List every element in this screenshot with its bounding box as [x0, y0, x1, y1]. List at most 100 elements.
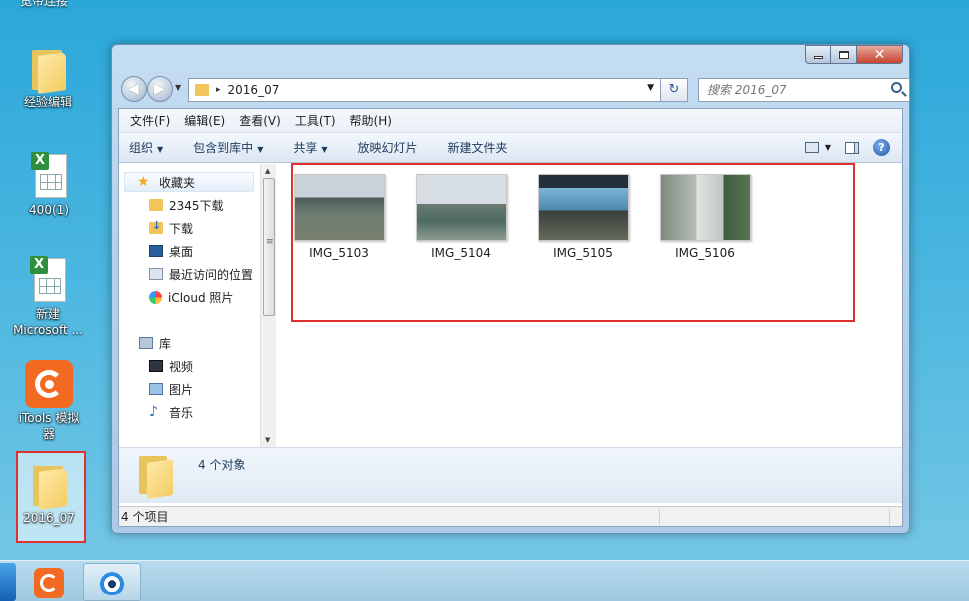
minimize-button[interactable]: [805, 45, 831, 64]
scrollbar-thumb[interactable]: [263, 178, 275, 316]
nav-item-recent-places[interactable]: 最近访问的位置: [149, 264, 253, 284]
nav-favorites-label: 收藏夹: [159, 175, 196, 190]
nav-item-label: 2345下载: [169, 198, 224, 213]
nav-item-label: 最近访问的位置: [169, 267, 254, 282]
desktop-icon-experience-folder[interactable]: 经验编辑: [8, 46, 88, 110]
desktop-icon-label-partial: 宽带连接: [20, 0, 69, 8]
desktop-icon: [149, 245, 163, 257]
folder-icon: [137, 456, 175, 499]
nav-item-label: 视频: [169, 359, 194, 374]
chevron-down-icon: ▼: [321, 145, 328, 154]
address-bar[interactable]: ▸ 2016_07 ▼: [188, 78, 661, 102]
music-note-icon: ♪: [149, 404, 158, 420]
nav-item-label: 音乐: [169, 405, 194, 420]
breadcrumb-current-folder[interactable]: 2016_07: [228, 83, 280, 97]
share-label: 共享: [293, 141, 318, 155]
video-library-icon: [149, 360, 163, 372]
close-button[interactable]: ✕: [857, 45, 903, 64]
itools-icon: [34, 568, 64, 598]
include-in-library-label: 包含到库中: [193, 141, 254, 155]
object-count: 4 个对象: [198, 458, 246, 472]
slideshow-label: 放映幻灯片: [357, 141, 418, 155]
start-button[interactable]: [0, 563, 16, 601]
nav-item-music[interactable]: ♪ 音乐: [149, 402, 193, 422]
navigation-pane: ★ 收藏夹 2345下载 下载 桌面 最近访问的位置 iCloud 照片: [119, 164, 260, 447]
help-button[interactable]: ?: [873, 139, 890, 156]
menu-help[interactable]: 帮助(H): [343, 112, 399, 129]
menu-tools[interactable]: 工具(T): [288, 112, 343, 129]
view-options-dropdown[interactable]: ▼: [825, 143, 831, 152]
desktop-icon-itools[interactable]: iTools 模拟器: [9, 360, 89, 442]
share-button[interactable]: 共享 ▼: [293, 139, 327, 156]
organize-button[interactable]: 组织 ▼: [129, 139, 163, 156]
desktop-icon-2016-07-folder[interactable]: 2016_07: [9, 462, 89, 526]
menu-bar: 文件(F) 编辑(E) 查看(V) 工具(T) 帮助(H): [119, 109, 902, 133]
minimize-icon: [813, 55, 823, 59]
menu-edit[interactable]: 编辑(E): [177, 112, 232, 129]
include-in-library-button[interactable]: 包含到库中 ▼: [193, 139, 263, 156]
menu-file[interactable]: 文件(F): [123, 112, 177, 129]
breadcrumb-separator[interactable]: ▸: [216, 85, 221, 95]
search-input[interactable]: [707, 83, 887, 97]
recent-pages-dropdown[interactable]: ▼: [175, 83, 181, 92]
search-icon[interactable]: [891, 82, 902, 93]
desktop-icon-label: iTools 模拟器: [18, 411, 80, 441]
taskbar: [0, 560, 969, 601]
organize-label: 组织: [129, 141, 154, 155]
new-folder-button[interactable]: 新建文件夹: [448, 139, 508, 156]
navigation-scrollbar[interactable]: ▲ ▼: [260, 164, 276, 447]
forward-button[interactable]: ▶: [147, 76, 173, 102]
nav-libraries-label: 库: [159, 336, 172, 351]
search-box[interactable]: [698, 78, 910, 102]
refresh-icon: ↻: [668, 82, 680, 97]
details-pane: 4 个对象: [119, 447, 902, 503]
excel-file-icon: X: [29, 152, 69, 200]
desktop-icon-new-excel[interactable]: X 新建 Microsoft ...: [8, 256, 88, 338]
desktop-icon-label: 经验编辑: [23, 95, 72, 109]
nav-item-2345-download[interactable]: 2345下载: [149, 195, 224, 215]
navigation-row: ◀ ▶ ▼ ▸ 2016_07 ▼ ↻: [118, 75, 910, 105]
preview-pane-icon[interactable]: [845, 141, 859, 154]
nav-item-videos[interactable]: 视频: [149, 356, 193, 376]
change-view-icon[interactable]: [804, 142, 819, 153]
desktop-icon-label: 2016_07: [23, 511, 75, 525]
nav-item-label: iCloud 照片: [168, 290, 234, 305]
scroll-up-arrow-icon[interactable]: ▲: [265, 167, 270, 175]
folder-icon: [195, 84, 209, 96]
menu-view[interactable]: 查看(V): [232, 112, 288, 129]
nav-item-desktop[interactable]: 桌面: [149, 241, 193, 261]
nav-item-label: 图片: [169, 382, 194, 397]
maximize-button[interactable]: [831, 45, 857, 64]
taskbar-itools-button[interactable]: [23, 563, 79, 601]
taskbar-app-button[interactable]: [83, 563, 141, 601]
folder-icon: [149, 199, 163, 211]
highlight-box: [291, 163, 855, 322]
nav-favorites[interactable]: ★ 收藏夹: [124, 172, 254, 192]
folder-icon: [29, 462, 69, 510]
desktop-icon-label: 新建 Microsoft ...: [13, 307, 83, 337]
back-button[interactable]: ◀: [121, 76, 147, 102]
itools-icon: [25, 360, 73, 408]
folder-icon: [28, 46, 68, 94]
icloud-photos-icon: [149, 290, 162, 304]
nav-item-label: 下载: [169, 221, 194, 236]
nav-libraries[interactable]: 库: [139, 333, 171, 353]
scroll-down-arrow-icon[interactable]: ▼: [265, 436, 270, 444]
chevron-down-icon: ▼: [157, 145, 164, 154]
address-dropdown-button[interactable]: ▼: [647, 83, 654, 93]
close-icon: ✕: [873, 46, 886, 63]
nav-item-label: 桌面: [169, 244, 194, 259]
nav-item-icloud-photos[interactable]: iCloud 照片: [149, 287, 233, 307]
status-divider: [889, 509, 890, 525]
command-bar: 组织 ▼ 包含到库中 ▼ 共享 ▼ 放映幻灯片 新建文件夹 ▼ ?: [119, 133, 902, 163]
chevron-down-icon: ▼: [257, 145, 264, 154]
desktop-icon-400-excel[interactable]: X 400(1): [9, 152, 89, 218]
status-item-count: 4 个项目: [121, 510, 169, 524]
status-divider: [659, 509, 660, 525]
refresh-button[interactable]: ↻: [661, 78, 688, 102]
status-bar: 4 个项目: [119, 506, 902, 526]
nav-item-pictures[interactable]: 图片: [149, 379, 193, 399]
slideshow-button[interactable]: 放映幻灯片: [358, 139, 418, 156]
nav-item-downloads[interactable]: 下载: [149, 218, 193, 238]
toolbar-right-group: ▼ ?: [804, 139, 890, 156]
